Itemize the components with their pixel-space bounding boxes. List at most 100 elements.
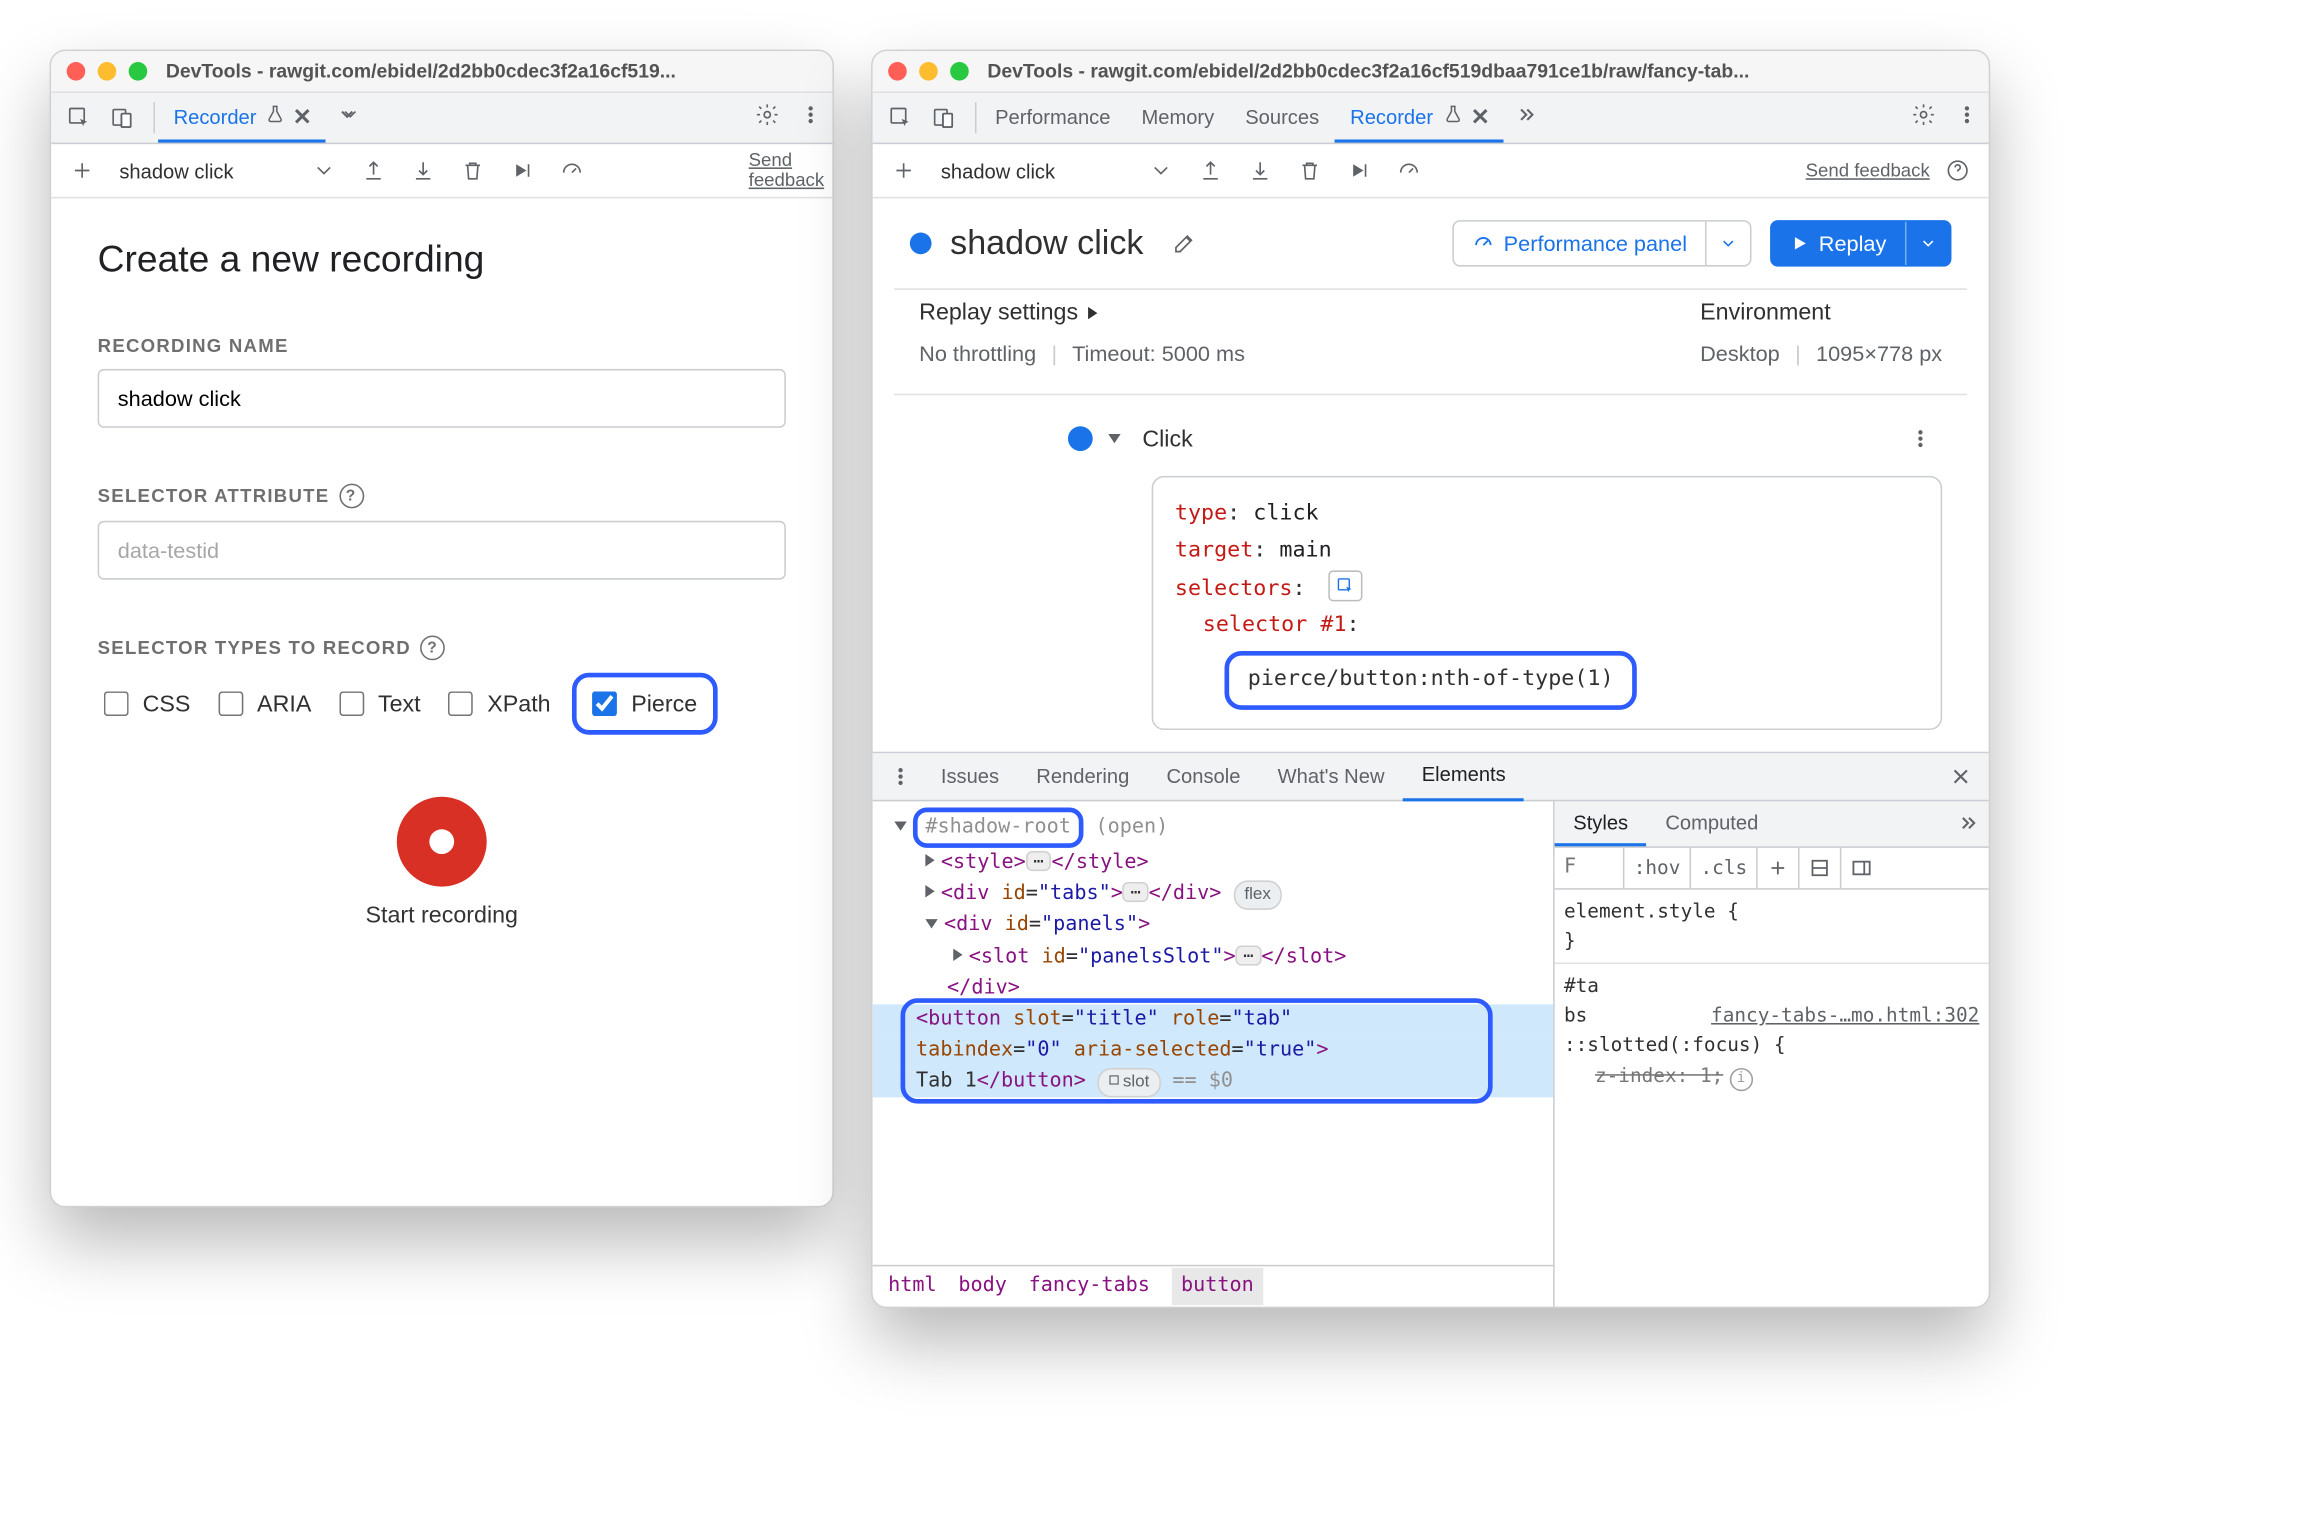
selector-value[interactable]: pierce/button:nth-of-type(1) — [1225, 651, 1637, 710]
step-over-icon[interactable] — [1337, 149, 1380, 192]
tab-recorder[interactable]: Recorder — [1335, 93, 1503, 143]
breadcrumb-button[interactable]: button — [1172, 1268, 1263, 1305]
delete-icon[interactable] — [1288, 149, 1331, 192]
cls-toggle[interactable]: .cls — [1690, 848, 1757, 888]
recording-selector[interactable]: shadow click — [119, 159, 233, 182]
slow-replay-icon[interactable] — [550, 149, 593, 192]
drawer-more-icon[interactable] — [879, 755, 922, 798]
help-icon[interactable]: ? — [420, 636, 445, 661]
styles-tab-computed[interactable]: Computed — [1647, 801, 1777, 846]
replay-button[interactable]: Replay — [1771, 220, 1952, 267]
inspect-element-icon[interactable] — [57, 96, 100, 139]
pick-selector-icon[interactable] — [1328, 570, 1362, 601]
tab-sources[interactable]: Sources — [1230, 93, 1335, 143]
computed-toggle-icon[interactable] — [1798, 848, 1840, 888]
dropdown-icon[interactable] — [302, 149, 345, 192]
recorder-toolbar: shadow click Send feedback — [873, 144, 1989, 198]
breadcrumb-body[interactable]: body — [958, 1271, 1007, 1302]
minimize-window-icon[interactable] — [919, 62, 938, 81]
breadcrumb-html[interactable]: html — [888, 1271, 937, 1302]
chevron-down-icon[interactable] — [1108, 434, 1120, 443]
export-icon[interactable] — [351, 149, 394, 192]
settings-gear-icon[interactable] — [746, 93, 789, 136]
chevron-right-icon[interactable] — [925, 854, 934, 866]
hov-toggle[interactable]: :hov — [1623, 848, 1690, 888]
checkbox-pierce[interactable]: Pierce — [586, 687, 697, 721]
drawer-tab-console[interactable]: Console — [1148, 753, 1259, 800]
device-toolbar-icon[interactable] — [922, 96, 965, 139]
tab-memory[interactable]: Memory — [1126, 93, 1230, 143]
chevron-down-icon[interactable] — [894, 821, 906, 830]
minimize-window-icon[interactable] — [98, 62, 117, 81]
replay-settings-toggle[interactable]: Replay settings — [919, 299, 1245, 325]
drawer-tab-elements[interactable]: Elements — [1403, 752, 1524, 802]
export-icon[interactable] — [1188, 149, 1231, 192]
new-rule-icon[interactable] — [1756, 848, 1798, 888]
styles-tab-styles[interactable]: Styles — [1555, 801, 1647, 846]
shadow-root-node[interactable]: #shadow-root — [913, 808, 1083, 849]
chevron-down-icon[interactable] — [1706, 222, 1751, 265]
chevron-right-icon[interactable] — [953, 948, 962, 960]
send-feedback-link[interactable]: Send feedback — [749, 150, 823, 191]
inspect-element-icon[interactable] — [879, 96, 922, 139]
settings-gear-icon[interactable] — [1902, 93, 1945, 136]
performance-panel-button[interactable]: Performance panel — [1453, 220, 1753, 267]
sidebar-toggle-icon[interactable] — [1840, 848, 1882, 888]
filter-input[interactable] — [1555, 856, 1623, 879]
device-toolbar-icon[interactable] — [101, 96, 144, 139]
chevron-down-icon[interactable] — [925, 920, 937, 929]
help-icon[interactable] — [1936, 149, 1979, 192]
chevron-right-icon[interactable] — [925, 885, 934, 897]
edit-title-icon[interactable] — [1162, 222, 1205, 265]
dom-tree[interactable]: #shadow-root (open) <style>⋯</style> <di… — [873, 801, 1553, 1306]
chevron-down-icon[interactable] — [1905, 222, 1950, 265]
checkbox-aria[interactable]: ARIA — [212, 687, 311, 721]
send-feedback-link[interactable]: Send feedback — [1806, 160, 1930, 182]
recording-name-label: RECORDING NAME — [98, 335, 786, 357]
close-drawer-icon[interactable] — [1939, 755, 1982, 798]
dropdown-icon[interactable] — [1139, 149, 1182, 192]
tab-performance[interactable]: Performance — [980, 93, 1126, 143]
devtools-window-right: DevTools - rawgit.com/ebidel/2d2bb0cdec3… — [871, 50, 1990, 1309]
rule-source-link[interactable]: fancy-tabs-…mo.html:302 — [1711, 1000, 1979, 1030]
close-tab-icon[interactable] — [295, 105, 311, 128]
import-icon[interactable] — [401, 149, 444, 192]
close-window-icon[interactable] — [888, 62, 907, 81]
more-tabs-icon[interactable] — [1945, 801, 1988, 844]
help-icon[interactable]: ? — [339, 484, 364, 509]
close-window-icon[interactable] — [67, 62, 86, 81]
tab-recorder[interactable]: Recorder — [158, 93, 326, 143]
delete-icon[interactable] — [451, 149, 494, 192]
slow-replay-icon[interactable] — [1387, 149, 1430, 192]
step-more-icon[interactable] — [1899, 417, 1942, 460]
new-recording-icon[interactable] — [60, 149, 103, 192]
checkbox-text[interactable]: Text — [333, 687, 421, 721]
recording-selector[interactable]: shadow click — [941, 159, 1055, 182]
more-options-icon[interactable] — [1945, 93, 1988, 136]
env-device: Desktop — [1700, 341, 1780, 366]
import-icon[interactable] — [1238, 149, 1281, 192]
recording-name-input[interactable] — [98, 369, 786, 428]
styles-body[interactable]: element.style { } #ta bs fancy-tabs-…mo.… — [1555, 890, 1989, 1307]
start-recording-button[interactable] — [397, 797, 487, 887]
env-size: 1095×778 px — [1816, 341, 1942, 366]
breadcrumb-fancy-tabs[interactable]: fancy-tabs — [1029, 1271, 1150, 1302]
new-recording-icon[interactable] — [882, 149, 925, 192]
selector-attribute-input[interactable] — [98, 521, 786, 580]
checkbox-css[interactable]: CSS — [98, 687, 191, 721]
more-tabs-icon[interactable] — [1503, 93, 1546, 136]
info-icon[interactable]: i — [1730, 1068, 1753, 1091]
more-options-icon[interactable] — [789, 93, 832, 136]
styles-pane: Styles Computed :hov .cls element.style … — [1553, 801, 1989, 1306]
zoom-window-icon[interactable] — [129, 62, 148, 81]
more-tabs-icon[interactable] — [326, 93, 369, 136]
step-over-icon[interactable] — [500, 149, 543, 192]
drawer-tab-whatsnew[interactable]: What's New — [1259, 753, 1403, 800]
flex-badge[interactable]: flex — [1234, 881, 1282, 911]
checkbox-xpath[interactable]: XPath — [442, 687, 550, 721]
close-tab-icon[interactable] — [1472, 105, 1488, 128]
drawer-tab-issues[interactable]: Issues — [922, 753, 1017, 800]
step-card: Click type: click target: main selectors… — [919, 417, 1942, 730]
drawer-tab-rendering[interactable]: Rendering — [1018, 753, 1148, 800]
zoom-window-icon[interactable] — [950, 62, 969, 81]
